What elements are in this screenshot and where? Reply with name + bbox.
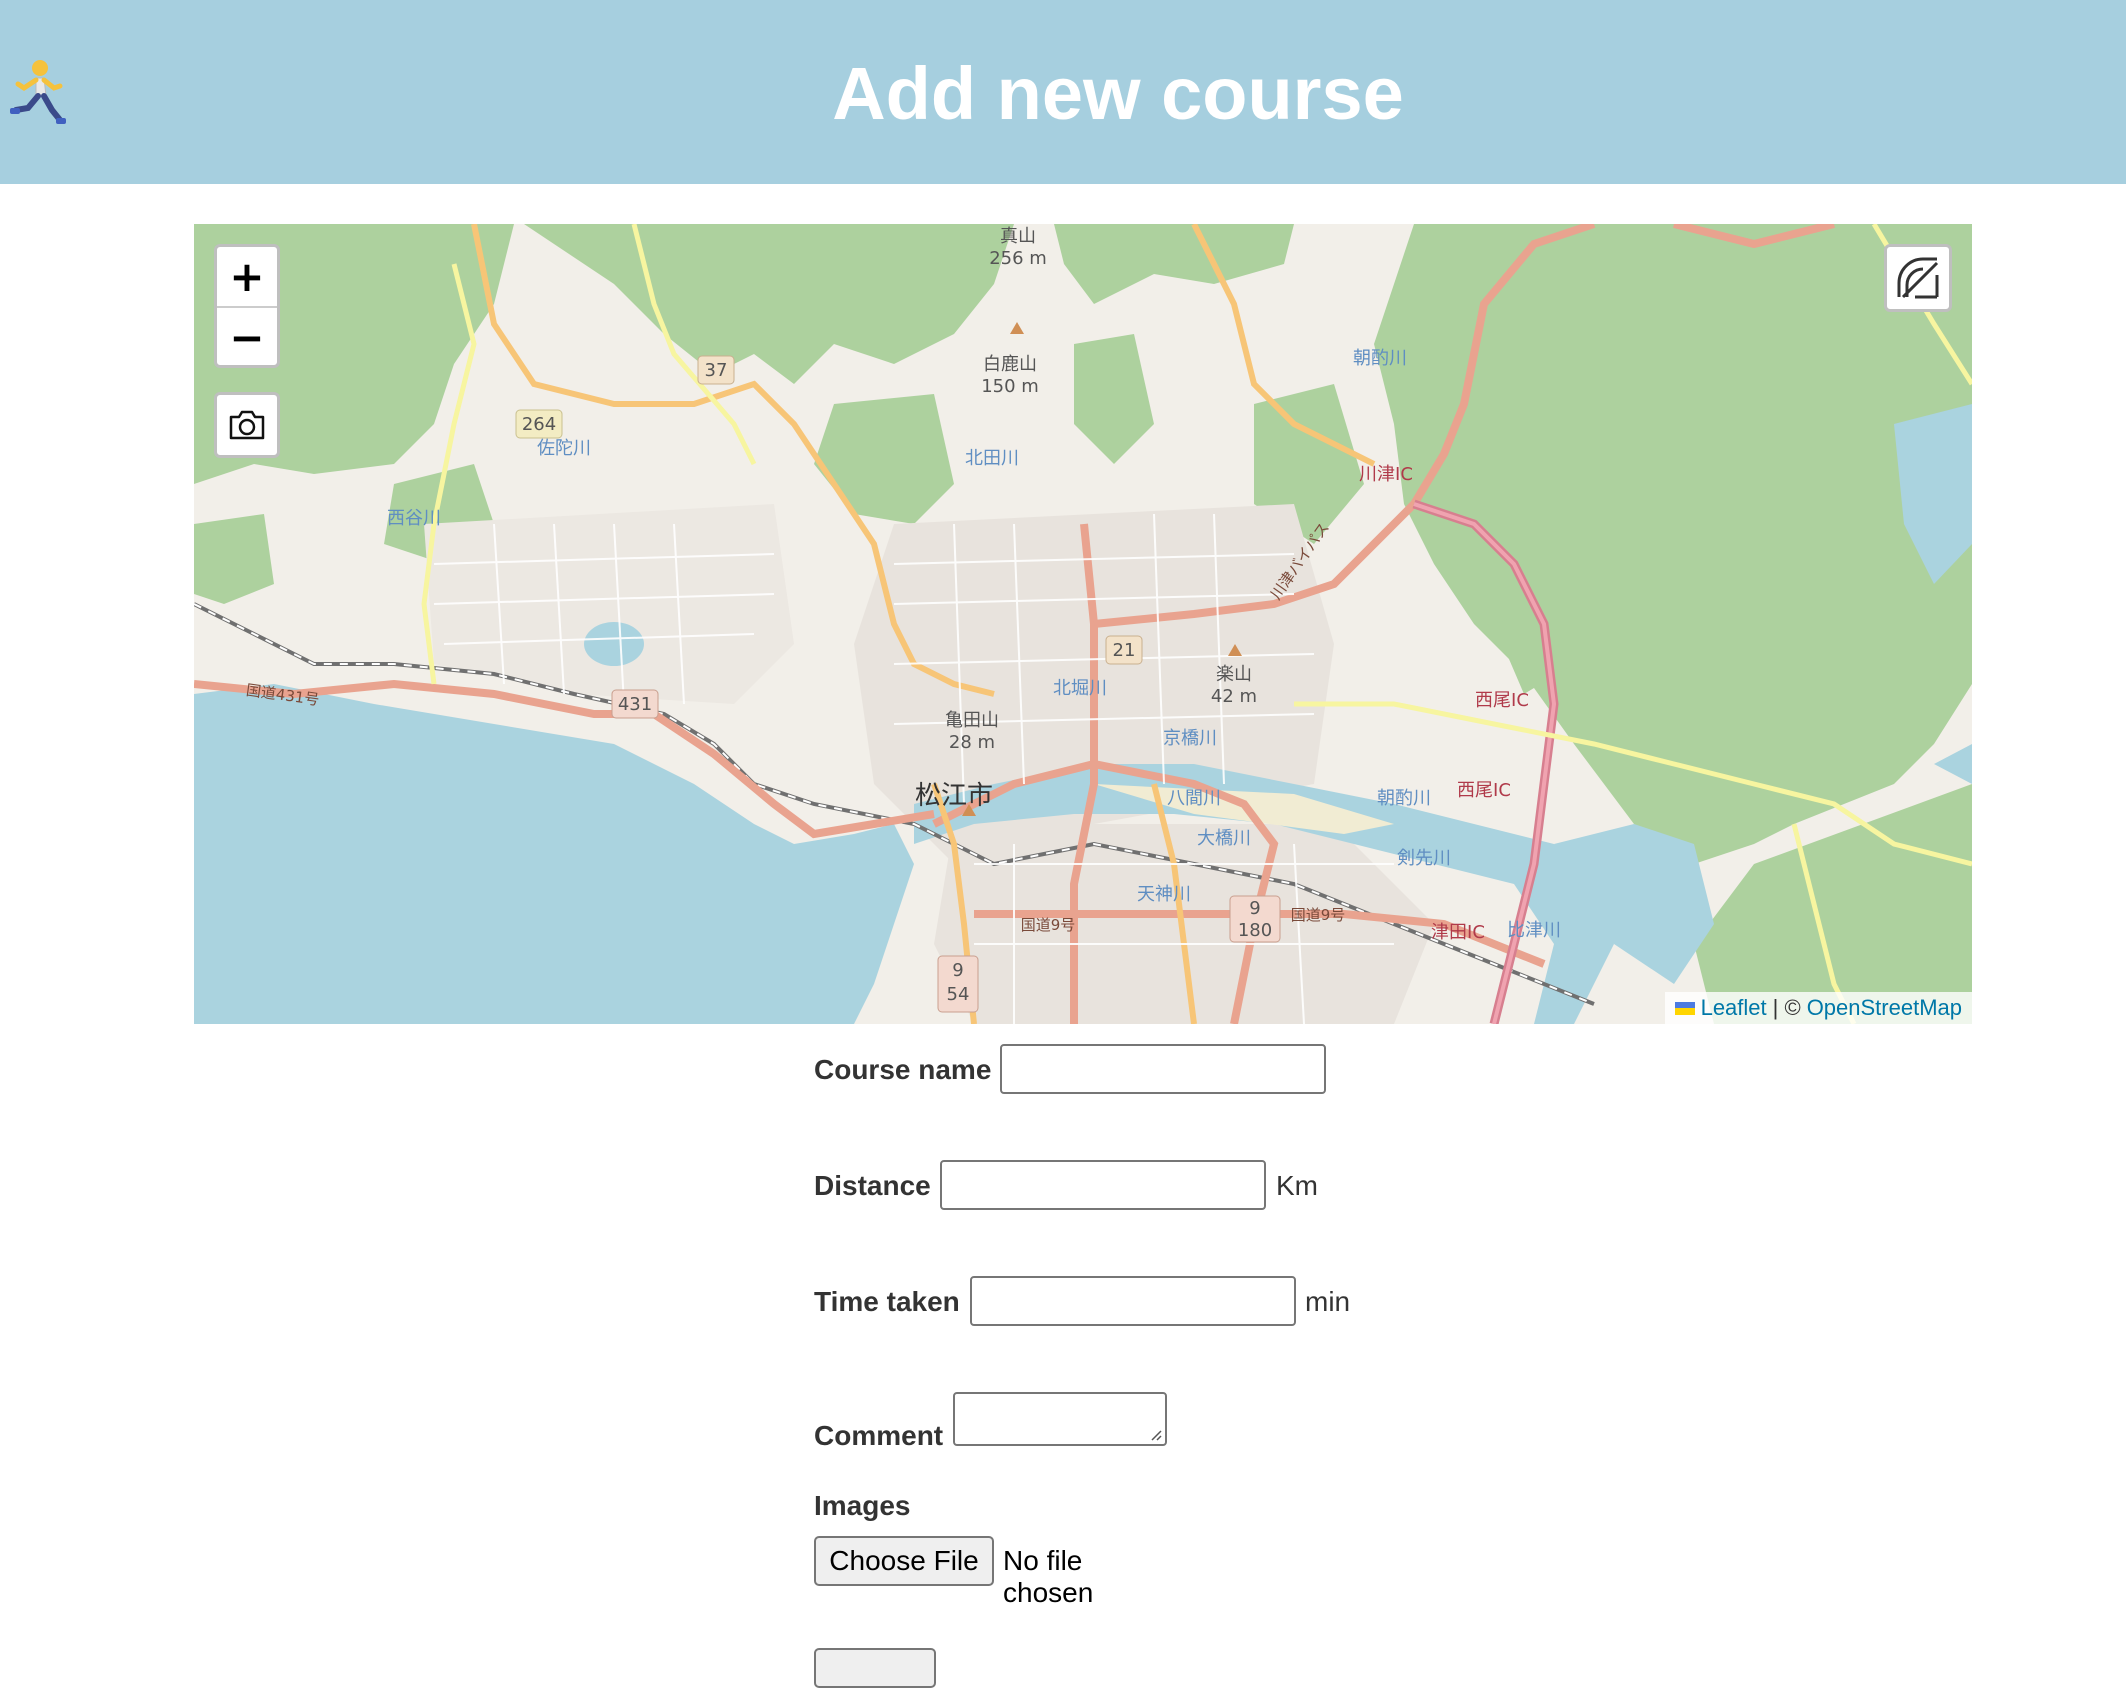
map-label: 28 m: [949, 732, 995, 753]
time-taken-label: Time taken: [814, 1286, 960, 1317]
distance-unit: Km: [1276, 1170, 1318, 1201]
map-label: 剣先川: [1397, 848, 1451, 869]
map-label: 楽山: [1216, 664, 1252, 685]
zoom-in-button[interactable]: +: [217, 247, 277, 306]
map-view[interactable]: 37 264 431 21 9 180 9 54 真山 256 m 白鹿山 15…: [194, 224, 1972, 1024]
map-label: 21: [1113, 640, 1136, 661]
zoom-control: + −: [214, 244, 280, 368]
map-label: 150 m: [981, 376, 1039, 397]
map-label: 朝酌川: [1353, 348, 1407, 369]
map-label: 川津IC: [1359, 464, 1413, 485]
map-label: 白鹿山: [983, 354, 1037, 375]
map-label: 431: [618, 694, 652, 715]
page-title: Add new course: [832, 52, 1404, 135]
map-label: 比津川: [1507, 920, 1561, 941]
distance-input[interactable]: [940, 1160, 1266, 1210]
page-header: Add new course: [0, 0, 2126, 184]
map-label: 256 m: [989, 248, 1047, 269]
map-label: 264: [522, 414, 556, 435]
map-label: 42 m: [1211, 686, 1257, 707]
measure-button[interactable]: [1884, 244, 1952, 312]
map-label: 北田川: [965, 448, 1019, 469]
distance-label: Distance: [814, 1170, 931, 1201]
map-city-label: 松江市: [915, 781, 993, 811]
map-label: 西尾IC: [1475, 690, 1529, 711]
choose-file-button[interactable]: Choose File: [814, 1536, 994, 1586]
map-label: 9: [1249, 898, 1260, 919]
map-label: 北堀川: [1053, 678, 1107, 699]
ruler-protractor-icon: [1897, 257, 1939, 299]
map-label: 54: [947, 984, 970, 1005]
camera-icon: [229, 410, 265, 440]
map-label: 津田IC: [1431, 922, 1485, 943]
map-label: 亀田山: [945, 710, 999, 731]
map-label: 9: [952, 960, 963, 981]
attribution-separator: | ©: [1772, 995, 1801, 1020]
ukraine-flag-icon: [1674, 1001, 1695, 1015]
map-label: 朝酌川: [1377, 788, 1431, 809]
submit-button[interactable]: [814, 1648, 936, 1688]
map-label: 国道9号: [1021, 916, 1076, 934]
screenshot-button[interactable]: [214, 392, 280, 458]
map-label: 大橋川: [1197, 828, 1251, 849]
time-taken-input[interactable]: [970, 1276, 1296, 1326]
resize-grip-icon[interactable]: [1150, 1429, 1162, 1441]
map-label: 佐陀川: [537, 438, 591, 459]
map-label: 京橋川: [1163, 728, 1217, 749]
map-label: 国道9号: [1291, 906, 1346, 924]
zoom-out-button[interactable]: −: [217, 306, 277, 367]
leaflet-link[interactable]: Leaflet: [1701, 992, 1767, 1024]
openstreetmap-link[interactable]: OpenStreetMap: [1807, 992, 1962, 1024]
comment-textarea[interactable]: [953, 1392, 1167, 1446]
images-label: Images: [814, 1490, 911, 1521]
time-unit: min: [1305, 1286, 1351, 1317]
map-label: 西尾IC: [1457, 780, 1511, 801]
map-tiles[interactable]: 37 264 431 21 9 180 9 54 真山 256 m 白鹿山 15…: [194, 224, 1972, 1024]
map-label: 真山: [1000, 226, 1036, 247]
map-attribution: Leaflet | © OpenStreetMap: [1664, 992, 1972, 1024]
course-name-input[interactable]: [1000, 1044, 1326, 1094]
map-label: 八間川: [1167, 788, 1221, 809]
comment-label: Comment: [814, 1420, 944, 1451]
map-label: 180: [1238, 920, 1272, 941]
map-label: 天神川: [1137, 884, 1191, 905]
map-label: 37: [705, 360, 728, 381]
course-name-label: Course name: [814, 1054, 992, 1085]
file-status-text: No file chosen: [1003, 1545, 1094, 1608]
map-label: 西谷川: [387, 508, 441, 529]
